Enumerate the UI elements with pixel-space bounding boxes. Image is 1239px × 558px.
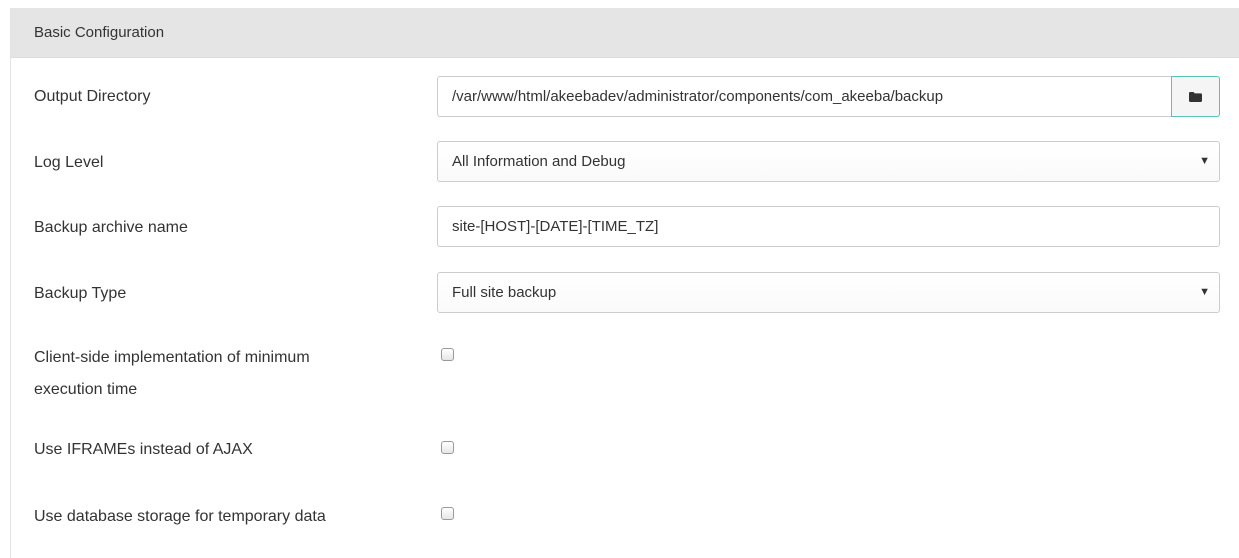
backup-type-selected-value: Full site backup (452, 284, 557, 301)
client-side-min-exec-label-line2: execution time (34, 381, 138, 398)
use-iframes-checkbox[interactable] (441, 441, 454, 454)
chevron-down-icon: ▼ (1199, 155, 1210, 167)
output-directory-group: /var/www/html/akeebadev/administrator/co… (437, 76, 1220, 117)
archive-name-label: Backup archive name (34, 219, 188, 236)
client-side-min-exec-label-line1: Client-side implementation of minimum (34, 349, 310, 366)
use-iframes-label: Use IFRAMEs instead of AJAX (34, 441, 253, 458)
folder-icon (1189, 91, 1202, 102)
output-directory-label: Output Directory (34, 88, 151, 105)
output-directory-input[interactable]: /var/www/html/akeebadev/administrator/co… (437, 76, 1171, 117)
log-level-select[interactable]: All Information and Debug ▼ (437, 141, 1220, 182)
archive-name-input[interactable]: site-[HOST]-[DATE]-[TIME_TZ] (437, 206, 1220, 247)
backup-type-select[interactable]: Full site backup ▼ (437, 272, 1220, 313)
log-level-selected-value: All Information and Debug (452, 153, 626, 170)
browse-folder-button[interactable] (1171, 76, 1220, 117)
db-storage-label: Use database storage for temporary data (34, 508, 326, 525)
client-side-min-exec-checkbox[interactable] (441, 348, 454, 361)
backup-type-label: Backup Type (34, 285, 127, 302)
log-level-label: Log Level (34, 154, 104, 171)
client-side-min-exec-label: Client-side implementation of minimum ex… (34, 345, 414, 403)
basic-configuration-panel: Basic Configuration Output Directory /va… (10, 8, 1239, 558)
chevron-down-icon: ▼ (1199, 286, 1210, 298)
db-storage-checkbox[interactable] (441, 507, 454, 520)
panel-title: Basic Configuration (11, 8, 1239, 58)
